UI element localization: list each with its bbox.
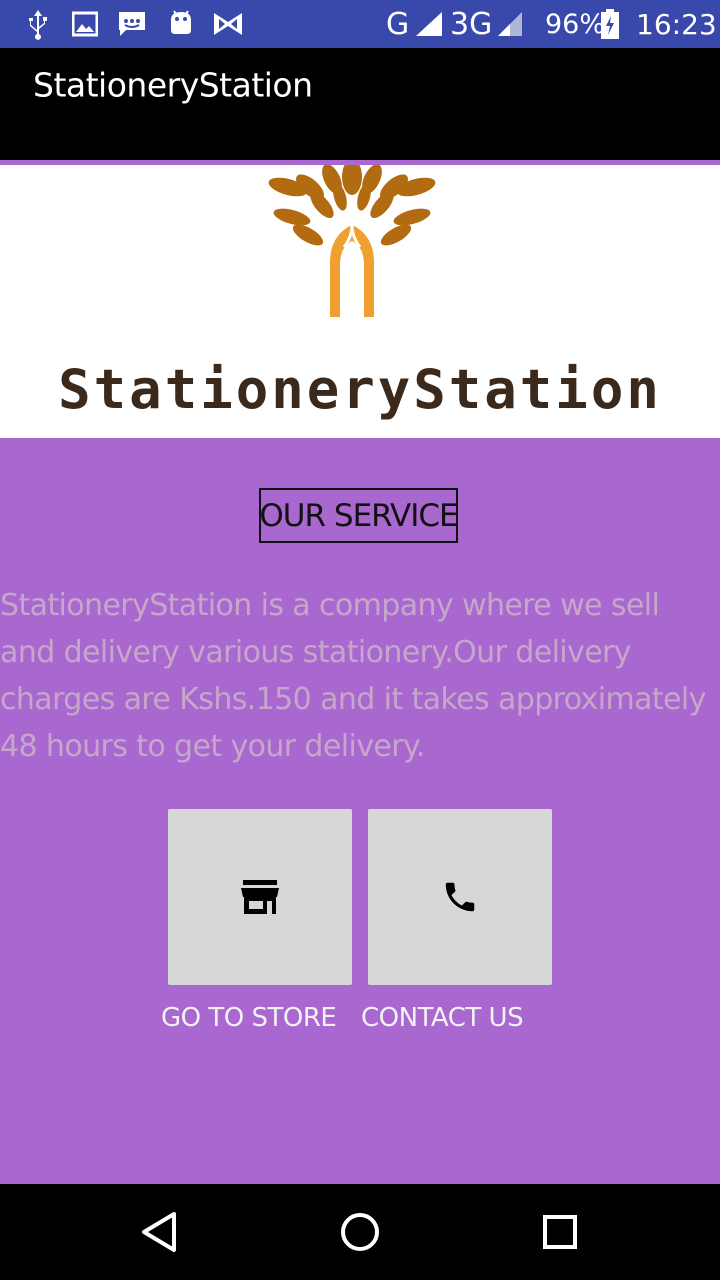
go-to-store-label[interactable]: GO TO STORE	[161, 1003, 337, 1033]
brand-name: StationeryStation	[58, 358, 662, 421]
usb-icon	[29, 10, 47, 40]
signal-icon	[416, 12, 442, 36]
go-to-store-button[interactable]	[168, 809, 352, 985]
message-icon	[119, 12, 145, 36]
phone-icon	[445, 882, 475, 912]
service-heading: OUR SERVICE	[259, 488, 458, 543]
recent-apps-icon[interactable]	[536, 1208, 584, 1256]
store-icon	[241, 880, 279, 914]
bowtie-icon	[214, 13, 242, 35]
tree-logo	[268, 165, 436, 317]
battery-percent: 96%	[545, 8, 606, 40]
image-icon	[72, 11, 98, 37]
contact-us-label[interactable]: CONTACT US	[361, 1003, 524, 1033]
network-type-3g: 3G	[450, 6, 493, 42]
service-description: StationeryStation is a company where we …	[0, 588, 706, 764]
signal-icon	[498, 12, 522, 36]
back-icon[interactable]	[136, 1208, 184, 1256]
status-bar: G 3G 96% 16:23	[0, 0, 720, 48]
home-icon[interactable]	[336, 1208, 384, 1256]
network-type: G	[386, 6, 410, 42]
app-title: StationeryStation	[33, 65, 313, 105]
android-icon	[171, 10, 191, 34]
contact-us-button[interactable]	[368, 809, 552, 985]
battery-icon	[601, 9, 619, 39]
clock: 16:23	[636, 7, 717, 41]
